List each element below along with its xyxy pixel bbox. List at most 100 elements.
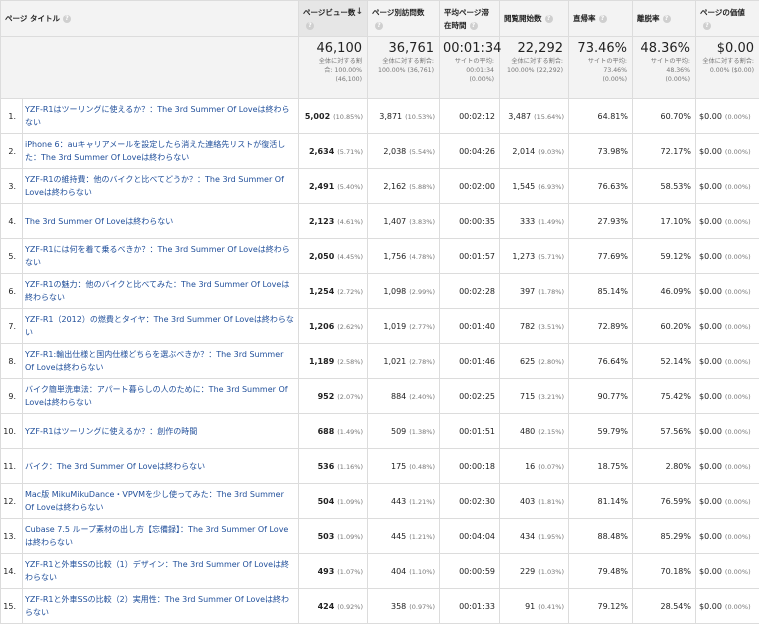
row-bounce: 76.63% <box>569 169 633 204</box>
row-title-cell: YZF-R1の魅力：他のバイクと比べてみた：The 3rd Summer Of … <box>23 274 299 309</box>
page-title-link[interactable]: バイク：The 3rd Summer Of Loveは終わらない <box>25 462 205 471</box>
row-title-cell: The 3rd Summer Of Loveは終わらない <box>23 204 299 239</box>
header-bounce[interactable]: 直帰率? <box>569 1 633 37</box>
header-page-title[interactable]: ページ タイトル? <box>1 1 299 37</box>
header-entrances[interactable]: 閲覧開始数? <box>500 1 569 37</box>
page-title-link[interactable]: Cubase 7.5 ループ素材の出し方【忘備録】：The 3rd Summer… <box>25 525 288 547</box>
header-unique[interactable]: ページ別訪問数? <box>368 1 440 37</box>
row-index: 6. <box>1 274 23 309</box>
row-avg-time: 00:01:46 <box>440 344 500 379</box>
page-title-link[interactable]: Mac版 MikuMikuDance・VPVMを少し使ってみた：The 3rd … <box>25 490 284 512</box>
row-exit: 60.20% <box>633 309 696 344</box>
row-title-cell: YZF-R1と外車SSの比較（1）デザイン：The 3rd Summer Of … <box>23 554 299 589</box>
help-icon[interactable]: ? <box>375 22 383 30</box>
row-bounce: 88.48% <box>569 519 633 554</box>
table-row: 8. YZF-R1:輸出仕様と国内仕様どちらを選ぶべきか？：The 3rd Su… <box>1 344 759 379</box>
row-pageviews: 536(1.16%) <box>299 449 368 484</box>
row-value: $0.00(0.00%) <box>696 204 759 239</box>
row-avg-time: 00:00:35 <box>440 204 500 239</box>
row-pageviews: 1,189(2.58%) <box>299 344 368 379</box>
row-exit: 57.56% <box>633 414 696 449</box>
row-unique: 358(0.97%) <box>368 589 440 624</box>
help-icon[interactable]: ? <box>599 15 607 23</box>
table-row: 12. Mac版 MikuMikuDance・VPVMを少し使ってみた：The … <box>1 484 759 519</box>
row-title-cell: YZF-R1（2012）の燃費とタイヤ：The 3rd Summer Of Lo… <box>23 309 299 344</box>
page-title-link[interactable]: YZF-R1の維持費：他のバイクと比べてどうか？：The 3rd Summer … <box>25 175 284 197</box>
page-title-link[interactable]: YZF-R1には何を着て乗るべきか？：The 3rd Summer Of Lov… <box>25 245 290 267</box>
help-icon[interactable]: ? <box>306 22 314 30</box>
sort-desc-icon[interactable]: ↓ <box>355 6 363 19</box>
row-value: $0.00(0.00%) <box>696 169 759 204</box>
row-exit: 72.17% <box>633 134 696 169</box>
row-bounce: 85.14% <box>569 274 633 309</box>
help-icon[interactable]: ? <box>703 22 711 30</box>
row-value: $0.00(0.00%) <box>696 484 759 519</box>
page-title-link[interactable]: YZF-R1（2012）の燃費とタイヤ：The 3rd Summer Of Lo… <box>25 315 294 337</box>
row-bounce: 76.64% <box>569 344 633 379</box>
header-label: 閲覧開始数 <box>504 14 542 23</box>
row-bounce: 81.14% <box>569 484 633 519</box>
page-title-link[interactable]: YZF-R1:輸出仕様と国内仕様どちらを選ぶべきか？：The 3rd Summe… <box>25 350 283 372</box>
row-unique: 1,098(2.99%) <box>368 274 440 309</box>
totals-row: 46,100 全体に対する割 合: 100.00% (46,100) 36,76… <box>1 37 759 99</box>
row-exit: 76.59% <box>633 484 696 519</box>
row-index: 10. <box>1 414 23 449</box>
row-pageviews: 952(2.07%) <box>299 379 368 414</box>
help-icon[interactable]: ? <box>545 15 553 23</box>
row-unique: 1,019(2.77%) <box>368 309 440 344</box>
page-title-link[interactable]: YZF-R1と外車SSの比較（2）実用性：The 3rd Summer Of L… <box>25 595 289 617</box>
row-avg-time: 00:02:30 <box>440 484 500 519</box>
header-exit[interactable]: 離脱率? <box>633 1 696 37</box>
row-title-cell: YZF-R1には何を着て乗るべきか？：The 3rd Summer Of Lov… <box>23 239 299 274</box>
help-icon[interactable]: ? <box>63 15 71 23</box>
row-value: $0.00(0.00%) <box>696 414 759 449</box>
row-unique: 443(1.21%) <box>368 484 440 519</box>
header-label: 直帰率 <box>573 14 596 23</box>
table-row: 2. iPhone 6：auキャリアメールを設定したら消えた連絡先リストが復活し… <box>1 134 759 169</box>
row-unique: 175(0.48%) <box>368 449 440 484</box>
row-value: $0.00(0.00%) <box>696 344 759 379</box>
page-title-link[interactable]: YZF-R1はツーリングに使えるか？：創作の時間 <box>25 427 197 436</box>
page-title-link[interactable]: バイク簡単洗車法：アパート暮らしの人のために：The 3rd Summer Of… <box>25 385 288 407</box>
page-title-link[interactable]: iPhone 6：auキャリアメールを設定したら消えた連絡先リストが復活した：T… <box>25 140 285 162</box>
page-title-link[interactable]: YZF-R1と外車SSの比較（1）デザイン：The 3rd Summer Of … <box>25 560 289 582</box>
row-value: $0.00(0.00%) <box>696 379 759 414</box>
row-index: 15. <box>1 589 23 624</box>
header-pageviews[interactable]: ↓ ページビュー数? <box>299 1 368 37</box>
header-row: ページ タイトル? ↓ ページビュー数? ページ別訪問数? 平均ページ滞在時間?… <box>1 1 759 37</box>
row-unique: 1,756(4.78%) <box>368 239 440 274</box>
row-title-cell: Mac版 MikuMikuDance・VPVMを少し使ってみた：The 3rd … <box>23 484 299 519</box>
row-exit: 17.10% <box>633 204 696 239</box>
table-row: 7. YZF-R1（2012）の燃費とタイヤ：The 3rd Summer Of… <box>1 309 759 344</box>
total-entrances: 22,292 全体に対する割合: 100.00% (22,292) <box>500 37 569 99</box>
row-avg-time: 00:02:00 <box>440 169 500 204</box>
row-unique: 445(1.21%) <box>368 519 440 554</box>
row-avg-time: 00:02:28 <box>440 274 500 309</box>
row-index: 11. <box>1 449 23 484</box>
row-value: $0.00(0.00%) <box>696 449 759 484</box>
header-value[interactable]: ページの価値? <box>696 1 759 37</box>
header-label: ページ タイトル <box>5 14 60 23</box>
row-exit: 85.29% <box>633 519 696 554</box>
row-pageviews: 1,206(2.62%) <box>299 309 368 344</box>
header-avg-time[interactable]: 平均ページ滞在時間? <box>440 1 500 37</box>
row-title-cell: YZF-R1:輸出仕様と国内仕様どちらを選ぶべきか？：The 3rd Summe… <box>23 344 299 379</box>
help-icon[interactable]: ? <box>470 22 478 30</box>
row-bounce: 64.81% <box>569 99 633 134</box>
row-entrances: 403(1.81%) <box>500 484 569 519</box>
page-title-link[interactable]: YZF-R1はツーリングに使えるか？：The 3rd Summer Of Lov… <box>25 105 290 127</box>
help-icon[interactable]: ? <box>663 15 671 23</box>
row-exit: 28.54% <box>633 589 696 624</box>
row-index: 8. <box>1 344 23 379</box>
row-exit: 46.09% <box>633 274 696 309</box>
page-title-link[interactable]: The 3rd Summer Of Loveは終わらない <box>25 217 173 226</box>
table-row: 14. YZF-R1と外車SSの比較（1）デザイン：The 3rd Summer… <box>1 554 759 589</box>
row-entrances: 16(0.07%) <box>500 449 569 484</box>
table-row: 4. The 3rd Summer Of Loveは終わらない 2,123(4.… <box>1 204 759 239</box>
page-title-link[interactable]: YZF-R1の魅力：他のバイクと比べてみた：The 3rd Summer Of … <box>25 280 289 302</box>
row-unique: 3,871(10.53%) <box>368 99 440 134</box>
row-index: 2. <box>1 134 23 169</box>
row-pageviews: 504(1.09%) <box>299 484 368 519</box>
row-entrances: 91(0.41%) <box>500 589 569 624</box>
row-avg-time: 00:04:26 <box>440 134 500 169</box>
